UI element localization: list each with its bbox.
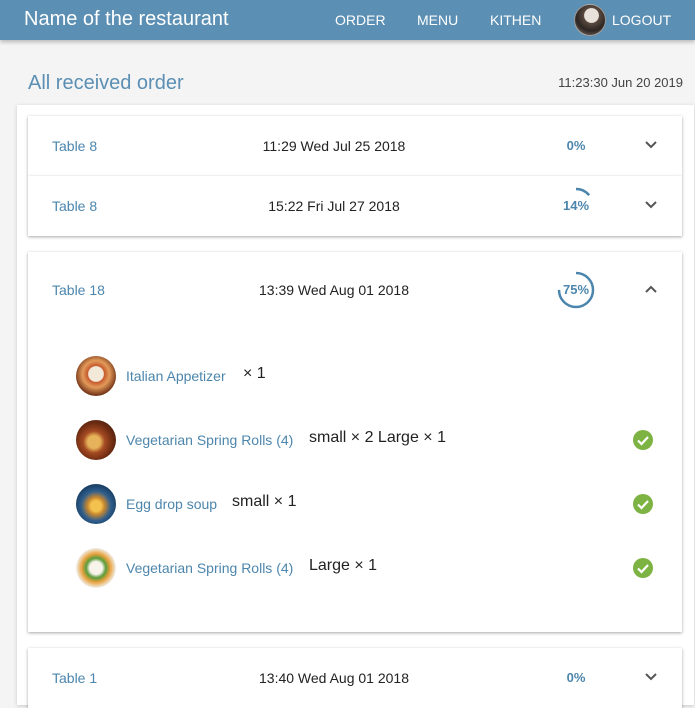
- dish-name-link[interactable]: Italian Appetizer: [126, 368, 226, 384]
- chevron-down-icon[interactable]: [642, 196, 660, 214]
- order-item: Italian Appetizer × 1: [76, 356, 656, 396]
- check-circle-icon[interactable]: [633, 430, 653, 450]
- order-card[interactable]: Table 8 11:29 Wed Jul 25 2018 0%: [28, 116, 682, 176]
- order-header[interactable]: Table 8 15:22 Fri Jul 27 2018 14%: [28, 176, 682, 236]
- order-item: Vegetarian Spring Rolls (4) small × 2 La…: [76, 420, 656, 460]
- current-timestamp: 11:23:30 Jun 20 2019: [558, 75, 683, 90]
- page-title: All received order: [28, 72, 184, 94]
- chevron-down-icon[interactable]: [642, 668, 660, 686]
- order-time: 15:22 Fri Jul 27 2018: [268, 198, 400, 214]
- order-header[interactable]: Table 18 13:39 Wed Aug 01 2018 75%: [28, 260, 682, 320]
- order-progress: 0%: [556, 658, 596, 698]
- order-item: Egg drop soup small × 1: [76, 484, 656, 524]
- check-circle-icon[interactable]: [633, 494, 653, 514]
- dish-quantity: × 1: [243, 365, 266, 382]
- dish-photo: [76, 484, 116, 524]
- chevron-up-icon[interactable]: [642, 280, 660, 298]
- order-card-expanded[interactable]: Table 18 13:39 Wed Aug 01 2018 75% Itali…: [28, 252, 682, 632]
- order-progress-label: 14%: [562, 198, 590, 213]
- order-item: Vegetarian Spring Rolls (4) Large × 1: [76, 548, 656, 588]
- order-progress-label: 75%: [562, 282, 590, 297]
- order-progress-label: 0%: [566, 670, 586, 685]
- order-progress: 14%: [556, 186, 596, 226]
- dish-quantity: Large × 1: [309, 557, 378, 574]
- order-time: 11:29 Wed Jul 25 2018: [262, 138, 406, 154]
- chevron-down-icon[interactable]: [642, 136, 660, 154]
- dish-quantity: small × 2 Large × 1: [309, 429, 446, 446]
- order-header[interactable]: Table 8 11:29 Wed Jul 25 2018 0%: [28, 116, 682, 176]
- order-card[interactable]: Table 8 15:22 Fri Jul 27 2018 14%: [28, 176, 682, 236]
- dish-photo: [76, 548, 116, 588]
- order-progress-label: 0%: [566, 138, 586, 153]
- order-time: 13:40 Wed Aug 01 2018: [259, 670, 409, 686]
- restaurant-name[interactable]: Name of the restaurant: [24, 8, 229, 31]
- check-circle-icon[interactable]: [633, 558, 653, 578]
- order-header[interactable]: Table 1 13:40 Wed Aug 01 2018 0%: [28, 648, 682, 708]
- top-navbar: Name of the restaurant ORDER MENU KITHEN…: [0, 0, 695, 40]
- nav-order-link[interactable]: ORDER: [335, 12, 386, 28]
- dish-name-link[interactable]: Egg drop soup: [126, 496, 217, 512]
- dish-name-link[interactable]: Vegetarian Spring Rolls (4): [126, 560, 293, 576]
- nav-menu-link[interactable]: MENU: [417, 12, 458, 28]
- order-progress: 75%: [556, 270, 596, 310]
- order-card[interactable]: Table 1 13:40 Wed Aug 01 2018 0%: [28, 648, 682, 708]
- dish-photo: [76, 420, 116, 460]
- dish-photo: [76, 356, 116, 396]
- dish-name-link[interactable]: Vegetarian Spring Rolls (4): [126, 432, 293, 448]
- nav-kitchen-link[interactable]: KITHEN: [490, 12, 541, 28]
- user-avatar[interactable]: [574, 4, 606, 36]
- order-progress: 0%: [556, 126, 596, 166]
- dish-quantity: small × 1: [232, 493, 297, 510]
- order-time: 13:39 Wed Aug 01 2018: [259, 282, 409, 298]
- logout-link[interactable]: LOGOUT: [612, 12, 671, 28]
